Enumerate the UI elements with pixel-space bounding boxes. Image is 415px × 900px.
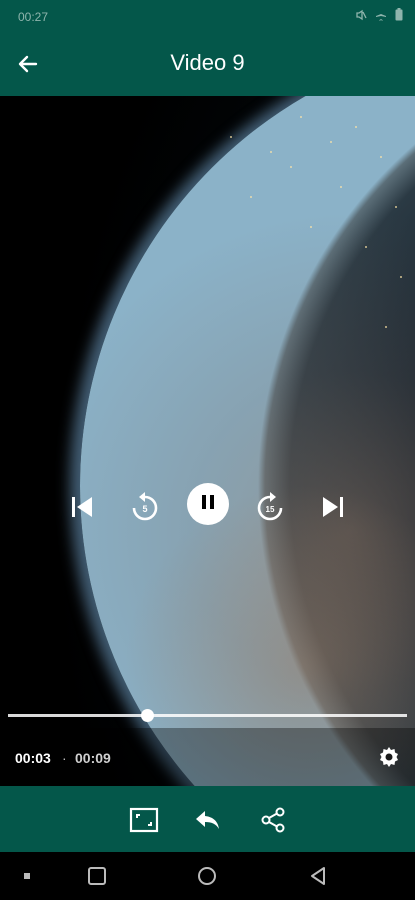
page-title: Video 9 (170, 50, 245, 75)
duration: 00:09 (75, 750, 111, 766)
current-time: 00:03 (15, 750, 51, 766)
forward-15-label: 15 (266, 505, 275, 514)
status-time: 00:27 (18, 10, 49, 24)
recents-dot-icon[interactable] (16, 865, 38, 887)
replay-5-label: 5 (142, 504, 147, 514)
replay-5-icon[interactable]: 5 (127, 489, 163, 525)
video-frame (80, 96, 415, 786)
action-bar (0, 786, 415, 852)
skip-previous-icon[interactable] (64, 489, 100, 525)
seek-track (8, 714, 407, 717)
battery-icon (395, 8, 403, 24)
time-separator: · (62, 750, 67, 766)
reply-icon[interactable] (193, 805, 223, 835)
home-circle-icon[interactable] (196, 865, 218, 887)
playback-controls: 5 15 (0, 483, 415, 525)
app-bar: Video 9 (0, 32, 415, 96)
forward-15-icon[interactable]: 15 (252, 489, 288, 525)
airplane-icon (375, 9, 387, 24)
pause-icon (200, 494, 216, 515)
overview-square-icon[interactable] (86, 865, 108, 887)
skip-next-icon[interactable] (315, 489, 351, 525)
status-bar: 00:27 (0, 0, 415, 32)
gear-icon[interactable] (377, 745, 401, 769)
back-triangle-icon[interactable] (307, 865, 329, 887)
video-player[interactable]: 5 15 00:03 · 00:09 (0, 96, 415, 786)
aspect-ratio-icon[interactable] (129, 805, 159, 835)
mute-icon (355, 9, 367, 24)
time-bar: 00:03 · 00:09 (0, 728, 415, 786)
pause-button[interactable] (187, 483, 229, 525)
share-icon[interactable] (258, 805, 288, 835)
system-nav-bar (0, 852, 415, 900)
seek-thumb[interactable] (141, 709, 155, 722)
seek-bar[interactable] (8, 708, 407, 724)
